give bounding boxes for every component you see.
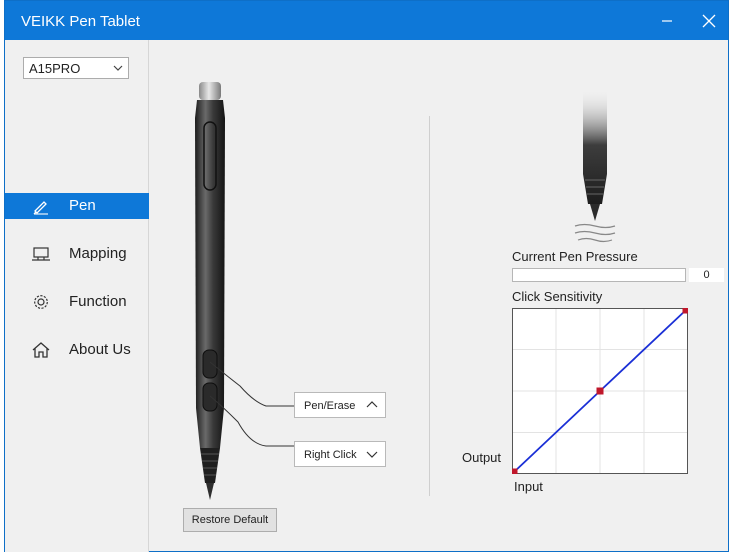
button-connector-lines [210, 361, 294, 447]
sidebar-item-label: Pen [69, 197, 96, 214]
sidebar-item-function[interactable]: Function [5, 289, 149, 315]
sidebar: A15PRO Pen Mapping Function About Us [5, 40, 149, 552]
sidebar-item-label: Mapping [69, 245, 127, 262]
close-button[interactable] [697, 9, 721, 33]
home-icon [32, 342, 50, 358]
app-window: VEIKK Pen Tablet A15PRO Pen Mapping Func… [4, 0, 729, 552]
sidebar-item-label: About Us [69, 341, 131, 358]
monitor-icon [32, 247, 50, 261]
window-title: VEIKK Pen Tablet [21, 13, 140, 30]
upper-button-value: Pen/Erase [304, 400, 356, 412]
curve-control-point[interactable] [596, 387, 604, 395]
gear-icon [34, 295, 48, 309]
sensitivity-curve-graph[interactable] [512, 308, 688, 474]
sidebar-item-mapping[interactable]: Mapping [5, 241, 149, 267]
minimize-button[interactable] [655, 9, 679, 33]
curve-control-point[interactable] [512, 468, 518, 475]
upper-button-select[interactable]: Pen/Erase [294, 392, 386, 418]
lower-button-select[interactable]: Right Click [294, 441, 386, 467]
sidebar-item-label: Function [69, 293, 127, 310]
pen-pressure-value: 0 [689, 268, 724, 282]
pen-pressure-bar [512, 268, 686, 282]
lower-button-value: Right Click [304, 449, 357, 461]
click-sensitivity-label: Click Sensitivity [512, 289, 603, 304]
minimize-icon [662, 20, 672, 22]
chevron-up-icon [366, 401, 378, 408]
pen-icon [33, 201, 48, 215]
pen-pressure-illustration [574, 86, 616, 243]
curve-control-point[interactable] [682, 308, 689, 314]
device-select[interactable]: A15PRO [23, 57, 129, 79]
sidebar-item-pen[interactable]: Pen [5, 193, 149, 219]
chevron-down-icon [366, 451, 378, 458]
pen-settings-panel: Pen/Erase Right Click Restore Default Cu [150, 40, 729, 552]
output-axis-label: Output [462, 450, 502, 465]
device-select-value: A15PRO [29, 61, 81, 76]
input-axis-label: Input [514, 479, 543, 494]
restore-default-button[interactable]: Restore Default [183, 508, 277, 532]
title-bar: VEIKK Pen Tablet [5, 1, 728, 40]
panel-divider [429, 116, 430, 496]
chevron-down-icon [113, 65, 123, 71]
close-icon [702, 14, 716, 28]
sidebar-item-about[interactable]: About Us [5, 337, 149, 363]
current-pressure-label: Current Pen Pressure [512, 249, 638, 264]
